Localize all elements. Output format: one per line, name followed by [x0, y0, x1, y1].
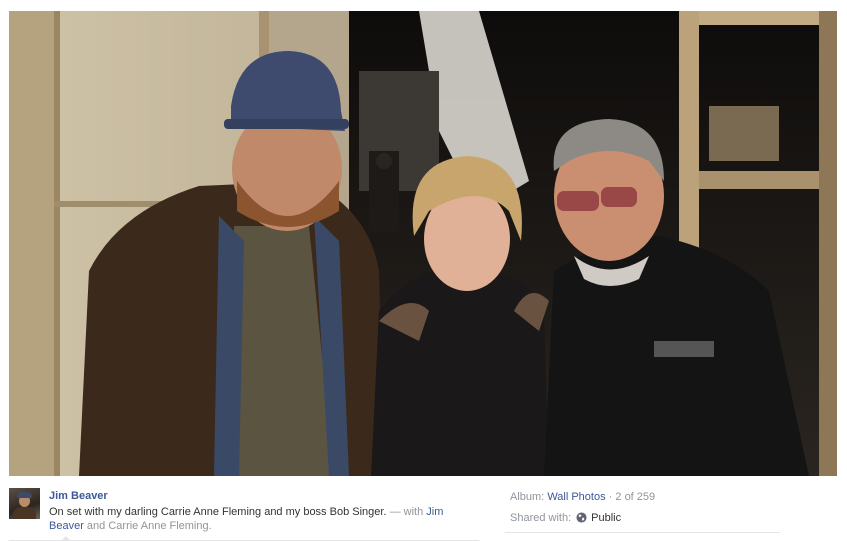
divider-left: [9, 540, 479, 541]
shared-with-label: Shared with:: [510, 512, 572, 524]
with-separator: — with: [389, 506, 424, 518]
caption-text: On set with my darling Carrie Anne Flemi…: [49, 506, 387, 518]
divider-right: [505, 532, 780, 533]
audience-value[interactable]: Public: [591, 512, 621, 524]
photo-image: [9, 11, 837, 476]
privacy-row: Shared with: Public: [510, 511, 621, 525]
post-photo[interactable]: [9, 11, 837, 476]
photo-position: · 2 of 259: [608, 491, 656, 503]
tagged-user-2[interactable]: Carrie Anne Fleming.: [108, 520, 211, 532]
tagged-join: and: [86, 520, 106, 532]
poster-name-link[interactable]: Jim Beaver: [49, 490, 108, 502]
photo-meta: Album: Wall Photos · 2 of 259 Shared wit…: [510, 490, 656, 524]
post-caption: On set with my darling Carrie Anne Flemi…: [49, 505, 479, 533]
album-label: Album:: [510, 491, 545, 503]
globe-icon[interactable]: [576, 512, 587, 523]
comment-pointer: [61, 536, 71, 541]
post-footer: Jim Beaver On set with my darling Carrie…: [0, 476, 847, 542]
profile-avatar-icon[interactable]: [9, 488, 40, 519]
album-link[interactable]: Wall Photos: [547, 491, 605, 503]
